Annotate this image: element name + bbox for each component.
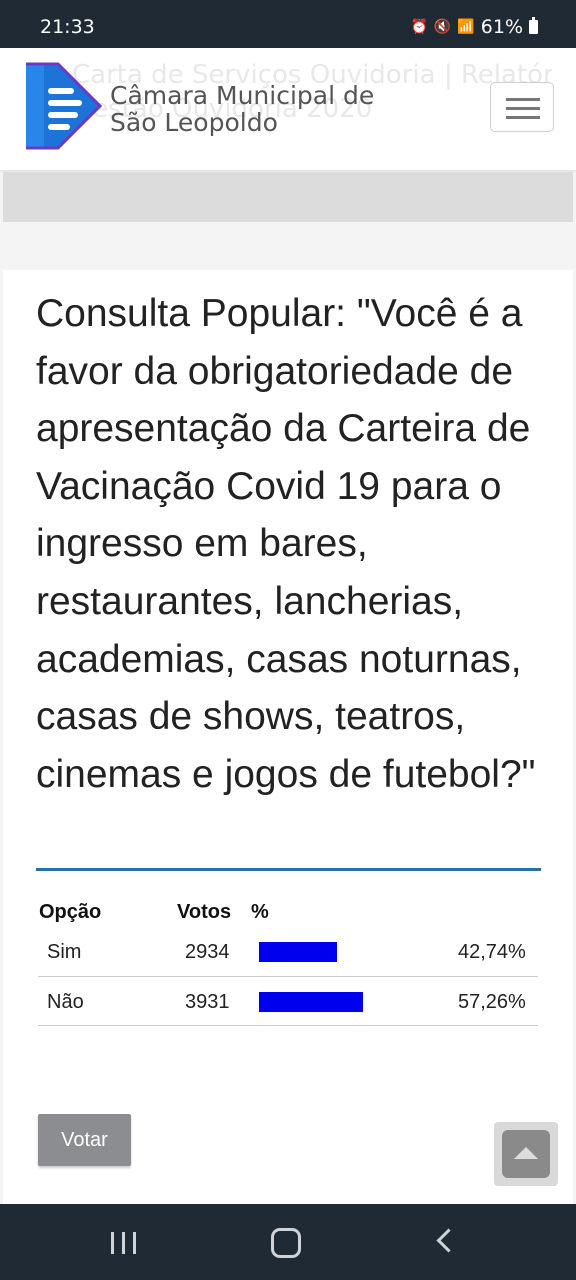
recents-icon[interactable] bbox=[111, 1232, 137, 1254]
percent-label: 57,26% bbox=[458, 991, 526, 1013]
column-percent: % bbox=[251, 901, 269, 923]
alarm-icon: ⏰ bbox=[410, 19, 428, 35]
column-option: Opção bbox=[39, 901, 102, 923]
poll-title: Consulta Popular: "Você é a favor da obr… bbox=[36, 292, 536, 796]
home-icon[interactable] bbox=[271, 1228, 301, 1258]
brand-line2: São Leopoldo bbox=[110, 108, 278, 137]
percent-label: 42,74% bbox=[458, 941, 526, 963]
row-divider bbox=[38, 976, 538, 977]
recents-icon-line bbox=[133, 1232, 136, 1254]
hamburger-icon bbox=[506, 98, 540, 101]
recents-icon-line bbox=[111, 1232, 114, 1254]
menu-toggle-button[interactable] bbox=[490, 82, 554, 132]
wifi-icon: 📶 bbox=[457, 19, 475, 35]
brand-line1: Câmara Municipal de bbox=[110, 81, 375, 110]
status-icons: ⏰ 🔇 📶 61% bbox=[410, 16, 538, 38]
status-time: 21:33 bbox=[40, 16, 95, 38]
option-label: Não bbox=[47, 991, 84, 1013]
recents-icon-line bbox=[122, 1232, 125, 1254]
column-votes: Votos bbox=[177, 901, 232, 923]
brand-name[interactable]: Câmara Municipal de São Leopoldo bbox=[110, 82, 374, 136]
battery-icon bbox=[529, 17, 538, 34]
row-divider bbox=[38, 1025, 538, 1026]
percent-bar bbox=[259, 942, 337, 962]
mute-icon: 🔇 bbox=[433, 19, 452, 35]
android-nav-bar bbox=[0, 1204, 576, 1280]
votes-count: 3931 bbox=[185, 991, 230, 1013]
hamburger-icon-line bbox=[506, 116, 540, 119]
arrow-up-icon bbox=[502, 1130, 550, 1178]
arrow-up-triangle bbox=[514, 1147, 538, 1159]
votes-count: 2934 bbox=[185, 941, 230, 963]
status-bar: 21:33 ⏰ 🔇 📶 61% bbox=[0, 0, 576, 48]
vote-button[interactable]: Votar bbox=[38, 1114, 131, 1166]
option-label: Sim bbox=[47, 941, 82, 963]
title-divider bbox=[36, 868, 541, 871]
camara-logo-icon[interactable] bbox=[18, 60, 104, 152]
back-icon[interactable] bbox=[436, 1228, 461, 1253]
battery-percent: 61% bbox=[480, 16, 523, 38]
breadcrumb-bar bbox=[3, 172, 573, 222]
scroll-to-top-button[interactable] bbox=[494, 1122, 558, 1186]
percent-bar bbox=[259, 992, 363, 1012]
hamburger-icon-line bbox=[506, 107, 540, 110]
